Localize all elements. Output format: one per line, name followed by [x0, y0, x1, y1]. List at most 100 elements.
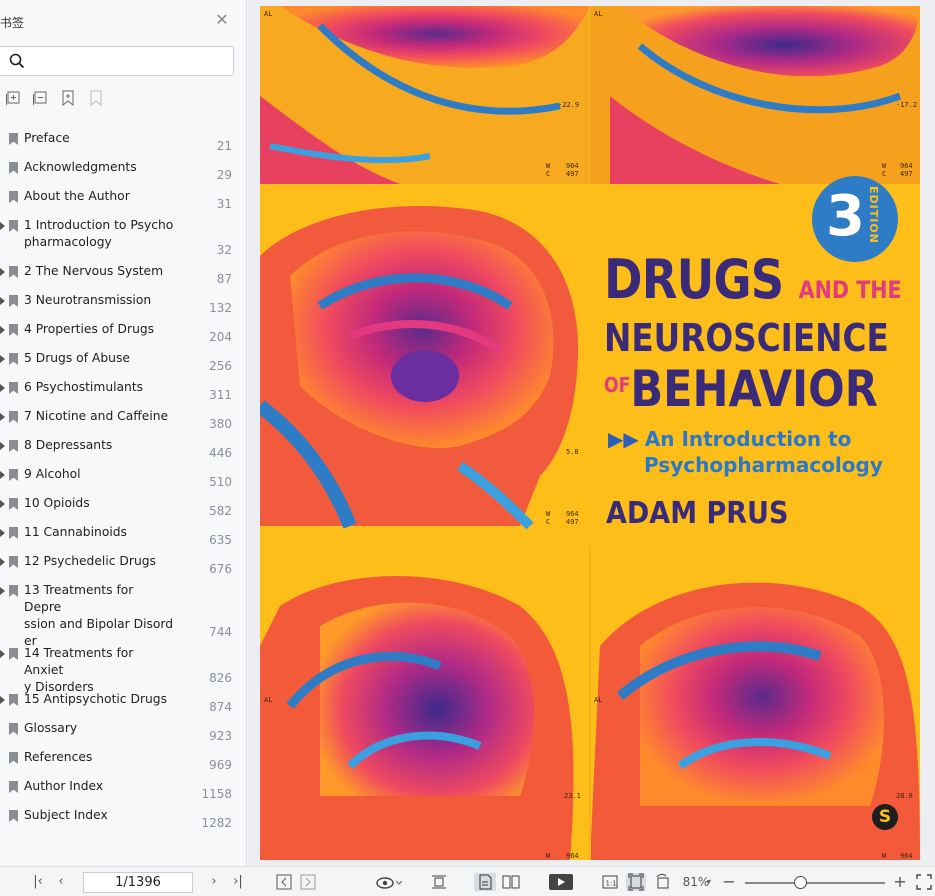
bookmark-item[interactable]: 15 Antipsychotic Drugs 874 [0, 691, 247, 714]
scan-label: AL [594, 10, 603, 18]
back-icon[interactable] [276, 873, 292, 891]
document-viewport[interactable]: AL AL -22.9 -17.2 W C 964 497 W C 964 49… [248, 0, 935, 866]
expand-arrow-icon[interactable] [0, 471, 5, 479]
add-bookmark-icon[interactable] [60, 90, 76, 106]
bookmark-label: About the Author [24, 189, 130, 203]
zoom-slider-thumb[interactable] [794, 876, 807, 889]
last-page-icon[interactable]: ›| [229, 873, 247, 891]
bookmark-item[interactable]: 1 Introduction to Psycho pharmacology 32 [0, 217, 247, 257]
bookmark-item[interactable]: 4 Properties of Drugs 204 [0, 321, 247, 344]
edition-word: EDITION [867, 186, 880, 244]
bookmark-label: 1 Introduction to Psycho pharmacology [24, 218, 174, 249]
bookmark-icon [9, 810, 18, 822]
bookmark-page-number: 874 [209, 700, 232, 714]
expand-arrow-icon[interactable] [0, 222, 5, 230]
bookmark-item[interactable]: References 969 [0, 749, 247, 772]
bookmark-label: 9 Alcohol [24, 467, 81, 481]
bookmark-item[interactable]: 14 Treatments for Anxiet y Disorders 826 [0, 645, 247, 694]
expand-arrow-icon[interactable] [0, 500, 5, 508]
expand-arrow-icon[interactable] [0, 413, 5, 421]
next-page-icon[interactable]: › [206, 873, 222, 891]
bookmark-item[interactable]: 6 Psychostimulants 311 [0, 379, 247, 402]
scan-label: 5.8 [566, 448, 579, 456]
zoom-dropdown-icon[interactable]: ▾ [704, 873, 714, 891]
bookmark-item[interactable]: About the Author 31 [0, 188, 247, 211]
bookmark-label: Preface [24, 131, 70, 145]
bookmark-item[interactable]: 10 Opioids 582 [0, 495, 247, 518]
expand-arrow-icon[interactable] [0, 529, 5, 537]
expand-arrow-icon[interactable] [0, 355, 5, 363]
bookmark-label: 13 Treatments for Depre ssion and Bipola… [24, 583, 174, 648]
bookmark-item[interactable]: 11 Cannabinoids 635 [0, 524, 247, 547]
expand-arrow-icon[interactable] [0, 650, 5, 658]
bookmark-item[interactable]: 2 The Nervous System 87 [0, 263, 247, 286]
page-number-input[interactable]: 1/1396 [83, 872, 193, 893]
bookmark-item[interactable]: 12 Psychedelic Drugs 676 [0, 553, 247, 576]
fit-width-icon[interactable] [431, 873, 447, 891]
expand-arrow-icon[interactable] [0, 696, 5, 704]
bookmark-label: 8 Depressants [24, 438, 113, 452]
bookmark-page-number: 256 [209, 359, 232, 373]
bookmark-page-number: 635 [209, 533, 232, 547]
bookmark-icon [9, 723, 18, 735]
actual-size-icon[interactable]: 1:1 [602, 873, 618, 891]
expand-all-icon[interactable] [6, 90, 22, 106]
scan-label: W C [546, 510, 551, 526]
bookmark-item[interactable]: 13 Treatments for Depre ssion and Bipola… [0, 582, 247, 648]
scan-label: W [546, 852, 551, 860]
scan-label: 964 497 [566, 162, 579, 178]
bookmark-item[interactable]: Preface 21 [0, 130, 247, 153]
bookmark-item[interactable]: 3 Neurotransmission 132 [0, 292, 247, 315]
search-icon [9, 53, 25, 69]
first-page-icon[interactable]: |‹ [30, 873, 46, 891]
zoom-in-icon[interactable]: + [893, 873, 907, 891]
fullscreen-icon[interactable] [916, 873, 932, 891]
bookmark-page-number: 132 [209, 301, 232, 315]
bookmark-item[interactable]: Subject Index 1282 [0, 807, 247, 830]
bookmark-label: Glossary [24, 721, 78, 735]
read-mode-icon[interactable] [376, 873, 402, 891]
forward-icon[interactable] [300, 873, 316, 891]
bookmark-search[interactable] [0, 46, 234, 76]
play-icon[interactable] [548, 873, 574, 891]
prev-page-icon[interactable]: ‹ [53, 873, 69, 891]
bookmark-item[interactable]: 7 Nicotine and Caffeine 380 [0, 408, 247, 431]
bookmark-label: 4 Properties of Drugs [24, 322, 155, 336]
two-page-icon[interactable] [501, 873, 521, 891]
fit-page-icon[interactable] [626, 873, 646, 891]
book-title: DRUGS AND THE NEUROSCIENCE OFBEHAVIOR [604, 253, 904, 415]
collapse-all-icon[interactable] [33, 90, 49, 106]
bookmark-page-number: 31 [216, 197, 232, 211]
subtitle-line2: Psychopharmacology [644, 453, 883, 477]
expand-arrow-icon[interactable] [0, 297, 5, 305]
bookmark-label: References [24, 750, 93, 764]
bookmark-item[interactable]: 8 Depressants 446 [0, 437, 247, 460]
rotate-icon[interactable] [654, 873, 672, 891]
bookmark-icon [9, 411, 18, 423]
zoom-slider[interactable] [745, 882, 885, 884]
bookmark-icon [9, 498, 18, 510]
single-page-icon[interactable] [474, 873, 496, 891]
bookmark-item[interactable]: Author Index 1158 [0, 778, 247, 801]
bookmark-icon [9, 556, 18, 568]
scan-label: W [882, 852, 887, 860]
expand-arrow-icon[interactable] [0, 384, 5, 392]
bookmark-item[interactable]: 9 Alcohol 510 [0, 466, 247, 489]
bookmark-icon [9, 382, 18, 394]
delete-bookmark-icon[interactable] [88, 90, 104, 106]
expand-arrow-icon[interactable] [0, 268, 5, 276]
zoom-out-icon[interactable]: − [722, 873, 736, 891]
expand-arrow-icon[interactable] [0, 326, 5, 334]
bookmark-item[interactable]: Acknowledgments 29 [0, 159, 247, 182]
bookmark-item[interactable]: 5 Drugs of Abuse 256 [0, 350, 247, 373]
search-input[interactable] [31, 51, 226, 71]
close-icon[interactable]: ✕ [214, 12, 230, 28]
scan-label: AL [594, 696, 603, 704]
title-line2: NEUROSCIENCE [604, 316, 889, 360]
panel-title: 书签 [0, 16, 25, 30]
expand-arrow-icon[interactable] [0, 558, 5, 566]
expand-arrow-icon[interactable] [0, 587, 5, 595]
bookmark-page-number: 87 [216, 272, 232, 286]
expand-arrow-icon[interactable] [0, 442, 5, 450]
bookmark-item[interactable]: Glossary 923 [0, 720, 247, 743]
